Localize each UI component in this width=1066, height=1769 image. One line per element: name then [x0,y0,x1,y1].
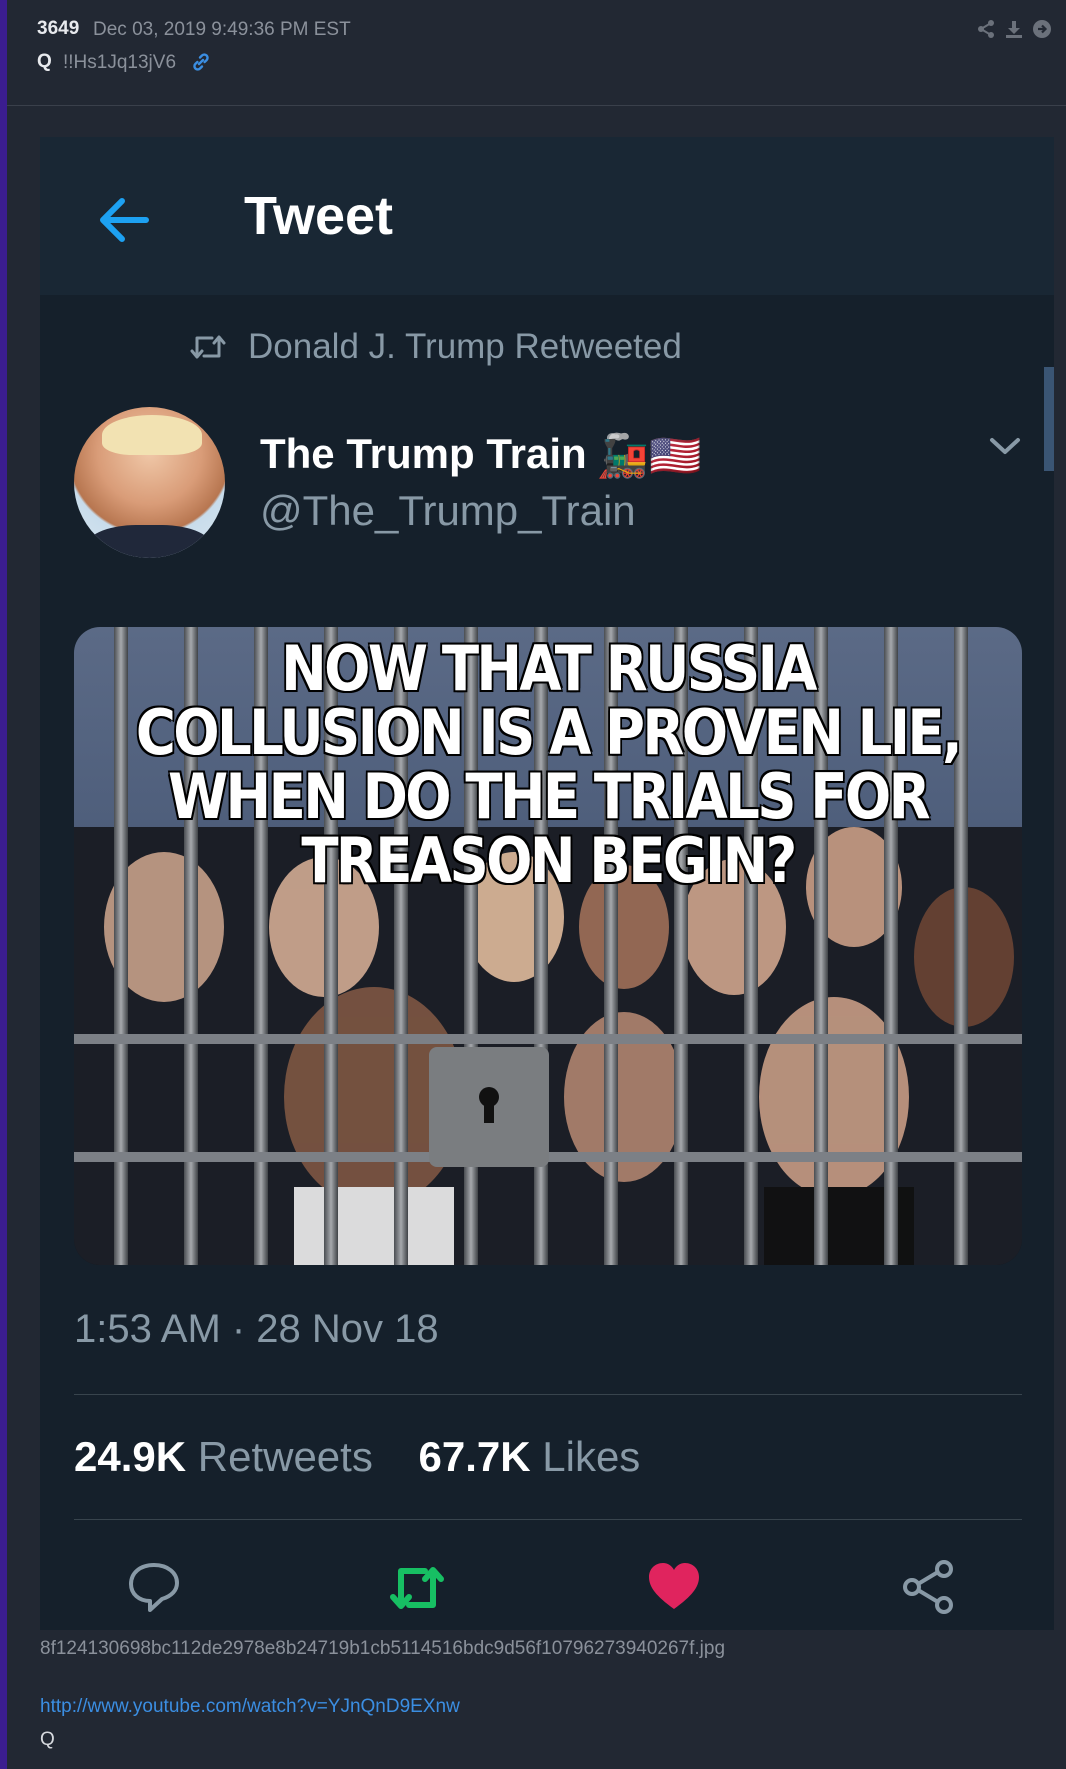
display-name[interactable]: The Trump Train 🚂🇺🇸 [260,430,701,481]
train-flag-emoji: 🚂🇺🇸 [596,432,702,480]
retweets-label[interactable]: Retweets [198,1433,373,1480]
image-caption: NOW THAT RUSSIA COLLUSION IS A PROVEN LI… [135,632,963,897]
share-icon[interactable] [900,1559,956,1615]
heart-icon[interactable] [646,1559,702,1615]
chevron-down-icon[interactable] [988,433,1022,459]
attachment-filename[interactable]: 8f124130698bc112de2978e8b24719b1cb511451… [40,1638,725,1660]
post-tripcode: !!Hs1Jq13jV6 [63,52,177,73]
retweeted-by-row: Donald J. Trump Retweeted [190,327,682,367]
tweet-timestamp[interactable]: 1:53 AM · 28 Nov 18 [74,1307,439,1352]
tweet-top-bar: Tweet [40,137,1054,295]
post-header: 3649 Dec 03, 2019 9:49:36 PM EST Q !!Hs1… [7,0,1066,106]
avatar[interactable] [74,407,225,558]
post-number[interactable]: 3649 [37,18,79,40]
retweet-icon [190,332,226,362]
scrollbar-thumb[interactable] [1044,367,1054,471]
share-icon[interactable] [976,19,996,39]
download-icon[interactable] [1004,19,1024,39]
back-arrow-icon[interactable] [96,192,152,248]
post-signature: Q [40,1729,55,1750]
retweets-count[interactable]: 24.9K [74,1433,186,1480]
likes-label[interactable]: Likes [542,1433,640,1480]
tweet-screenshot: Tweet Donald J. Trump Retweeted The Trum… [40,137,1054,1630]
post-header-actions [976,19,1052,39]
reply-icon[interactable] [126,1559,182,1615]
divider [74,1519,1022,1520]
arrow-circle-icon[interactable] [1032,19,1052,39]
link-icon[interactable] [191,52,211,72]
youtube-link[interactable]: http://www.youtube.com/watch?v=YJnQnD9EX… [40,1696,460,1718]
divider [74,1394,1022,1395]
post-author: Q [37,51,52,72]
post-date: Dec 03, 2019 9:49:36 PM EST [93,19,351,40]
left-accent-rail [0,0,7,1769]
likes-count[interactable]: 67.7K [419,1433,531,1480]
tweet-stats: 24.9K Retweets 67.7K Likes [74,1433,640,1481]
tweet-image[interactable]: NOW THAT RUSSIA COLLUSION IS A PROVEN LI… [74,627,1022,1265]
tweet-header-title: Tweet [244,186,394,246]
display-name-text: The Trump Train [260,430,587,477]
user-handle[interactable]: @The_Trump_Train [260,487,636,535]
retweet-icon[interactable] [389,1559,445,1615]
retweeted-by-text[interactable]: Donald J. Trump Retweeted [248,327,682,367]
